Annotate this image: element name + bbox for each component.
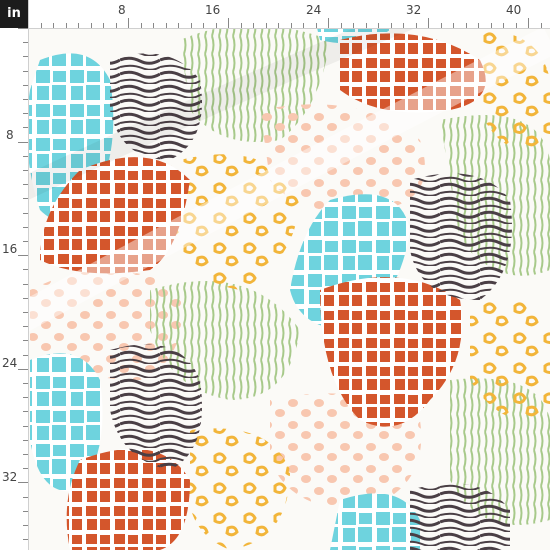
ruler-tick	[265, 23, 267, 28]
ruler-tick	[23, 439, 28, 441]
ruler-label-left-8: 8	[6, 128, 14, 142]
ruler-tick	[440, 23, 442, 28]
ruler-tick	[23, 326, 28, 328]
ruler-tick	[23, 170, 28, 171]
ruler-tick	[23, 269, 28, 271]
ruler-label-left-16: 16	[2, 242, 18, 256]
ruler-tick	[65, 23, 67, 28]
ruler-tick	[18, 141, 28, 143]
ruler-label-8: 8	[118, 3, 126, 17]
ruler-tick	[23, 510, 28, 512]
ruler-tick	[23, 297, 28, 299]
ruler-tick	[23, 283, 28, 285]
ruler-tick	[303, 23, 304, 28]
ruler-tick	[478, 23, 479, 28]
ruler-tick	[353, 23, 354, 28]
ruler-tick	[23, 127, 28, 129]
ruler-tick	[378, 23, 379, 28]
ruler-tick	[140, 23, 142, 28]
ruler-tick	[340, 23, 342, 28]
ruler-tick	[23, 383, 28, 384]
ruler-tick	[23, 354, 28, 356]
ruler-tick	[23, 212, 28, 214]
ruler-tick	[23, 525, 28, 526]
ruler-tick	[228, 18, 229, 28]
ruler-tick	[178, 23, 179, 28]
ruler-tick	[40, 23, 42, 28]
ruler-tick	[23, 226, 28, 228]
ruler-tick	[23, 42, 28, 44]
ruler-tick	[23, 113, 28, 115]
ruler-tick	[90, 23, 92, 28]
ruler-tick	[215, 23, 217, 28]
animal-print-fabric	[0, 0, 550, 550]
ruler-tick	[515, 23, 517, 28]
ruler-tick	[165, 23, 167, 28]
ruler-tick	[23, 198, 28, 200]
ruler-tick	[18, 368, 28, 370]
ruler-tick	[23, 312, 28, 313]
ruler-tick	[53, 23, 54, 28]
ruler-tick	[240, 23, 242, 28]
ruler-tick	[18, 28, 28, 29]
ruler-tick	[23, 340, 28, 342]
ruler-label-16: 16	[205, 3, 221, 17]
ruler-label-left-24: 24	[2, 356, 18, 370]
ruler-tick	[23, 397, 28, 399]
ruler-tick	[23, 411, 28, 413]
top-ruler: 8 16 24 32 40	[0, 0, 550, 29]
left-ruler: 8 16 24 32	[0, 0, 29, 550]
ruler-tick	[23, 99, 28, 100]
ruler-tick	[253, 23, 254, 28]
ruler-tick	[428, 18, 429, 28]
ruler-tick	[190, 23, 192, 28]
ruler-tick	[390, 23, 392, 28]
ruler-label-40: 40	[506, 3, 522, 17]
ruler-tick	[23, 468, 28, 470]
unit-label: in	[0, 0, 28, 28]
ruler-label-24: 24	[306, 3, 322, 17]
ruler-tick	[403, 23, 404, 28]
ruler-tick	[23, 70, 28, 72]
ruler-tick	[290, 23, 292, 28]
ruler-tick	[23, 84, 28, 86]
ruler-tick	[503, 23, 504, 28]
ruler-tick	[153, 23, 154, 28]
ruler-tick	[23, 155, 28, 157]
ruler-tick	[23, 241, 28, 242]
ruler-tick	[18, 482, 28, 484]
ruler-tick	[115, 23, 117, 28]
ruler-label-left-32: 32	[2, 470, 18, 484]
fabric-preview: 8 16 24 32 40 8 16 24 32 in	[0, 0, 550, 550]
ruler-tick	[203, 23, 204, 28]
ruler-tick	[23, 454, 28, 455]
ruler-tick	[315, 23, 317, 28]
ruler-tick	[128, 18, 129, 28]
ruler-label-32: 32	[406, 3, 422, 17]
ruler-tick	[540, 23, 542, 28]
ruler-tick	[278, 23, 279, 28]
ruler-tick	[23, 496, 28, 498]
ruler-tick	[465, 23, 467, 28]
ruler-tick	[453, 23, 454, 28]
zebra-shape-2	[410, 173, 512, 300]
ruler-tick	[23, 425, 28, 427]
ruler-tick	[23, 184, 28, 186]
ruler-tick	[18, 255, 28, 257]
ruler-tick	[490, 23, 492, 28]
ruler-tick	[328, 18, 329, 28]
ruler-tick	[23, 539, 28, 541]
ruler-tick	[415, 23, 417, 28]
ruler-tick	[103, 23, 104, 28]
ruler-tick	[23, 56, 28, 58]
ruler-tick	[78, 23, 79, 28]
ruler-tick	[528, 18, 529, 28]
ruler-tick	[365, 23, 367, 28]
